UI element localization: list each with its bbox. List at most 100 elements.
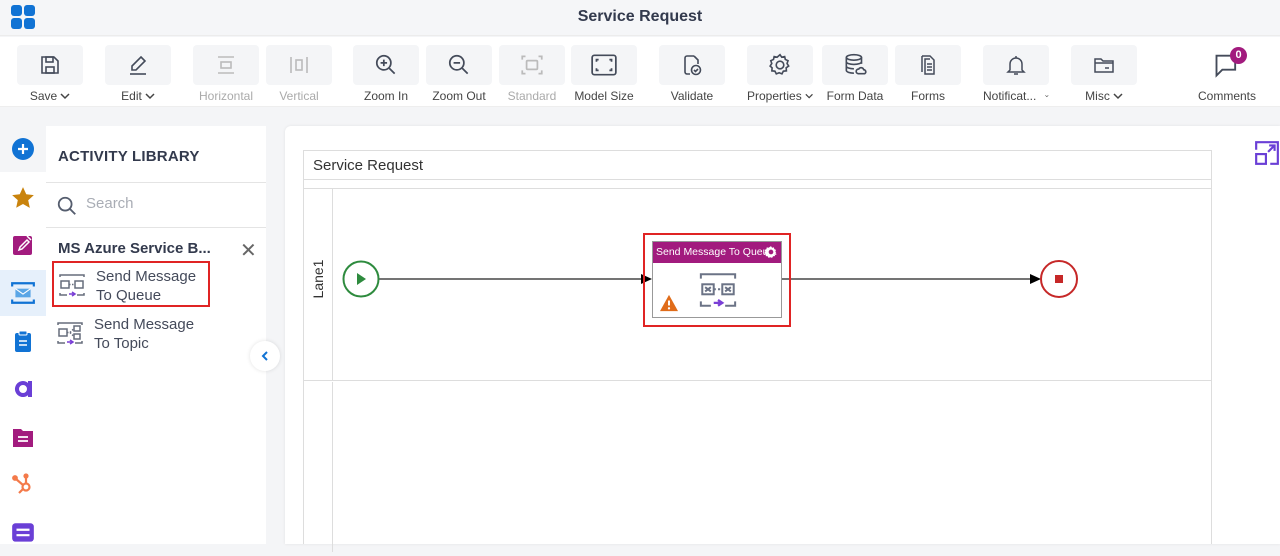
close-category-icon[interactable]: ✕ — [240, 238, 257, 263]
clipboard-icon — [15, 330, 31, 352]
activity-library-title: ACTIVITY LIBRARY — [58, 148, 200, 165]
bell-icon — [1006, 56, 1026, 75]
horizontal-layout-icon — [218, 56, 234, 74]
pool-header: Service Request — [304, 151, 1211, 180]
forms-label: Forms — [911, 89, 945, 103]
model-size-label: Model Size — [574, 89, 634, 103]
category-title: MS Azure Service B... — [58, 240, 211, 257]
forms-button[interactable]: Forms — [895, 45, 961, 103]
form-data-button[interactable]: Form Data — [822, 45, 888, 103]
rail-item-message[interactable] — [0, 510, 46, 556]
rail-item-agileworks[interactable] — [0, 366, 46, 412]
warning-icon — [660, 294, 678, 312]
library-item-send-message-to-queue[interactable]: Send Message To Queue — [52, 261, 210, 307]
comments-count-badge: 0 — [1230, 47, 1247, 64]
library-search-input[interactable] — [86, 195, 256, 212]
zoom-out-label: Zoom Out — [432, 89, 486, 103]
zoom-out-icon — [448, 54, 469, 75]
rail-item-edit-form[interactable] — [0, 222, 46, 268]
message-icon — [12, 523, 34, 542]
save-icon — [41, 56, 59, 74]
vertical-button[interactable]: Vertical — [266, 45, 332, 103]
zoom-in-button[interactable]: Zoom In — [353, 45, 419, 103]
add-icon — [12, 138, 34, 160]
rail-item-clipboard[interactable] — [0, 318, 46, 364]
chevron-down-icon — [60, 93, 70, 100]
search-icon — [57, 196, 76, 215]
form-data-label: Form Data — [826, 89, 884, 103]
edit-form-icon — [13, 235, 32, 255]
library-item-line1: Send Message — [94, 316, 195, 333]
library-item-send-message-to-topic[interactable]: Send Message To Topic — [52, 311, 210, 357]
validate-label: Validate — [670, 89, 714, 103]
expand-canvas-icon[interactable] — [1254, 140, 1280, 166]
model-size-icon — [591, 54, 617, 76]
edit-pencil-icon — [130, 55, 147, 75]
horizontal-button[interactable]: Horizontal — [193, 45, 259, 103]
comments-label: Comments — [1197, 89, 1256, 103]
zoom-in-label: Zoom In — [363, 89, 408, 103]
rail-item-add[interactable] — [0, 126, 46, 172]
vertical-label: Vertical — [279, 89, 319, 103]
forms-icon — [921, 55, 935, 75]
task-send-message-to-queue[interactable]: Send Message To Queu... — [652, 241, 782, 318]
model-size-button[interactable]: Model Size — [571, 45, 637, 103]
horizontal-label: Horizontal — [198, 89, 254, 103]
validate-button[interactable]: Validate — [659, 45, 725, 103]
save-button[interactable]: Save — [17, 45, 83, 103]
chevron-down-icon — [805, 93, 813, 99]
task-header: Send Message To Queu... — [653, 242, 781, 263]
rail-item-hubspot[interactable] — [0, 462, 46, 508]
title-bar: Service Request — [0, 0, 1280, 36]
misc-label: Misc — [1085, 89, 1110, 103]
send-message-queue-icon — [59, 274, 85, 297]
task-title: Send Message To Queu... — [656, 246, 778, 258]
notifications-button[interactable]: Notificat... — [983, 45, 1049, 103]
library-item-line1: Send Message — [96, 268, 197, 285]
rail-item-favorites[interactable] — [0, 175, 46, 221]
library-search — [46, 183, 266, 227]
rail-item-folder-doc[interactable] — [0, 414, 46, 460]
divider — [46, 227, 266, 228]
standard-button[interactable]: Standard — [499, 45, 565, 103]
validate-icon — [684, 55, 702, 76]
task-settings-gear-icon[interactable] — [764, 245, 778, 259]
rail-item-azure-service-bus[interactable] — [0, 270, 46, 316]
pool-subheader — [304, 180, 1211, 189]
database-icon — [845, 53, 867, 75]
properties-label: Properties — [747, 89, 802, 103]
process-pool: Service Request Lane1 — [303, 150, 1212, 552]
save-label: Save — [29, 89, 58, 103]
notifications-label: Notificat... — [983, 89, 1037, 103]
misc-button[interactable]: Misc — [1071, 45, 1137, 103]
toolbar: Save Edit Horizontal Vertical Zoom In Zo… — [0, 37, 1280, 107]
comments-button[interactable]: 0 Comments — [1196, 45, 1258, 103]
hubspot-icon — [12, 473, 31, 494]
azure-service-bus-icon — [11, 282, 35, 304]
properties-button[interactable]: Properties — [747, 45, 813, 103]
edit-button[interactable]: Edit — [105, 45, 171, 103]
folder-doc-icon — [13, 429, 33, 447]
agileworks-icon — [14, 380, 33, 397]
lane-label-column — [304, 382, 333, 552]
edit-label: Edit — [121, 89, 142, 103]
lane-label-column: Lane1 — [304, 189, 333, 380]
activity-category-rail — [0, 126, 46, 544]
zoom-out-button[interactable]: Zoom Out — [426, 45, 492, 103]
app-title: Service Request — [577, 8, 703, 25]
vertical-layout-icon — [290, 57, 308, 73]
chevron-left-icon — [261, 351, 268, 361]
zoom-in-icon — [375, 54, 396, 75]
send-message-queue-icon — [699, 273, 737, 307]
library-item-line2: To Topic — [94, 335, 149, 352]
lane-2[interactable] — [304, 382, 1211, 552]
standard-label: Standard — [507, 89, 557, 103]
chevron-down-icon — [1045, 95, 1049, 98]
collapse-library-button[interactable] — [250, 341, 280, 371]
activity-library-panel: ACTIVITY LIBRARY MS Azure Service B... ✕… — [46, 126, 266, 544]
chevron-down-icon — [1113, 93, 1123, 100]
standard-size-icon — [521, 55, 543, 75]
gear-icon — [769, 53, 790, 75]
lane-label: Lane1 — [310, 259, 326, 299]
send-message-topic-icon — [57, 322, 83, 345]
